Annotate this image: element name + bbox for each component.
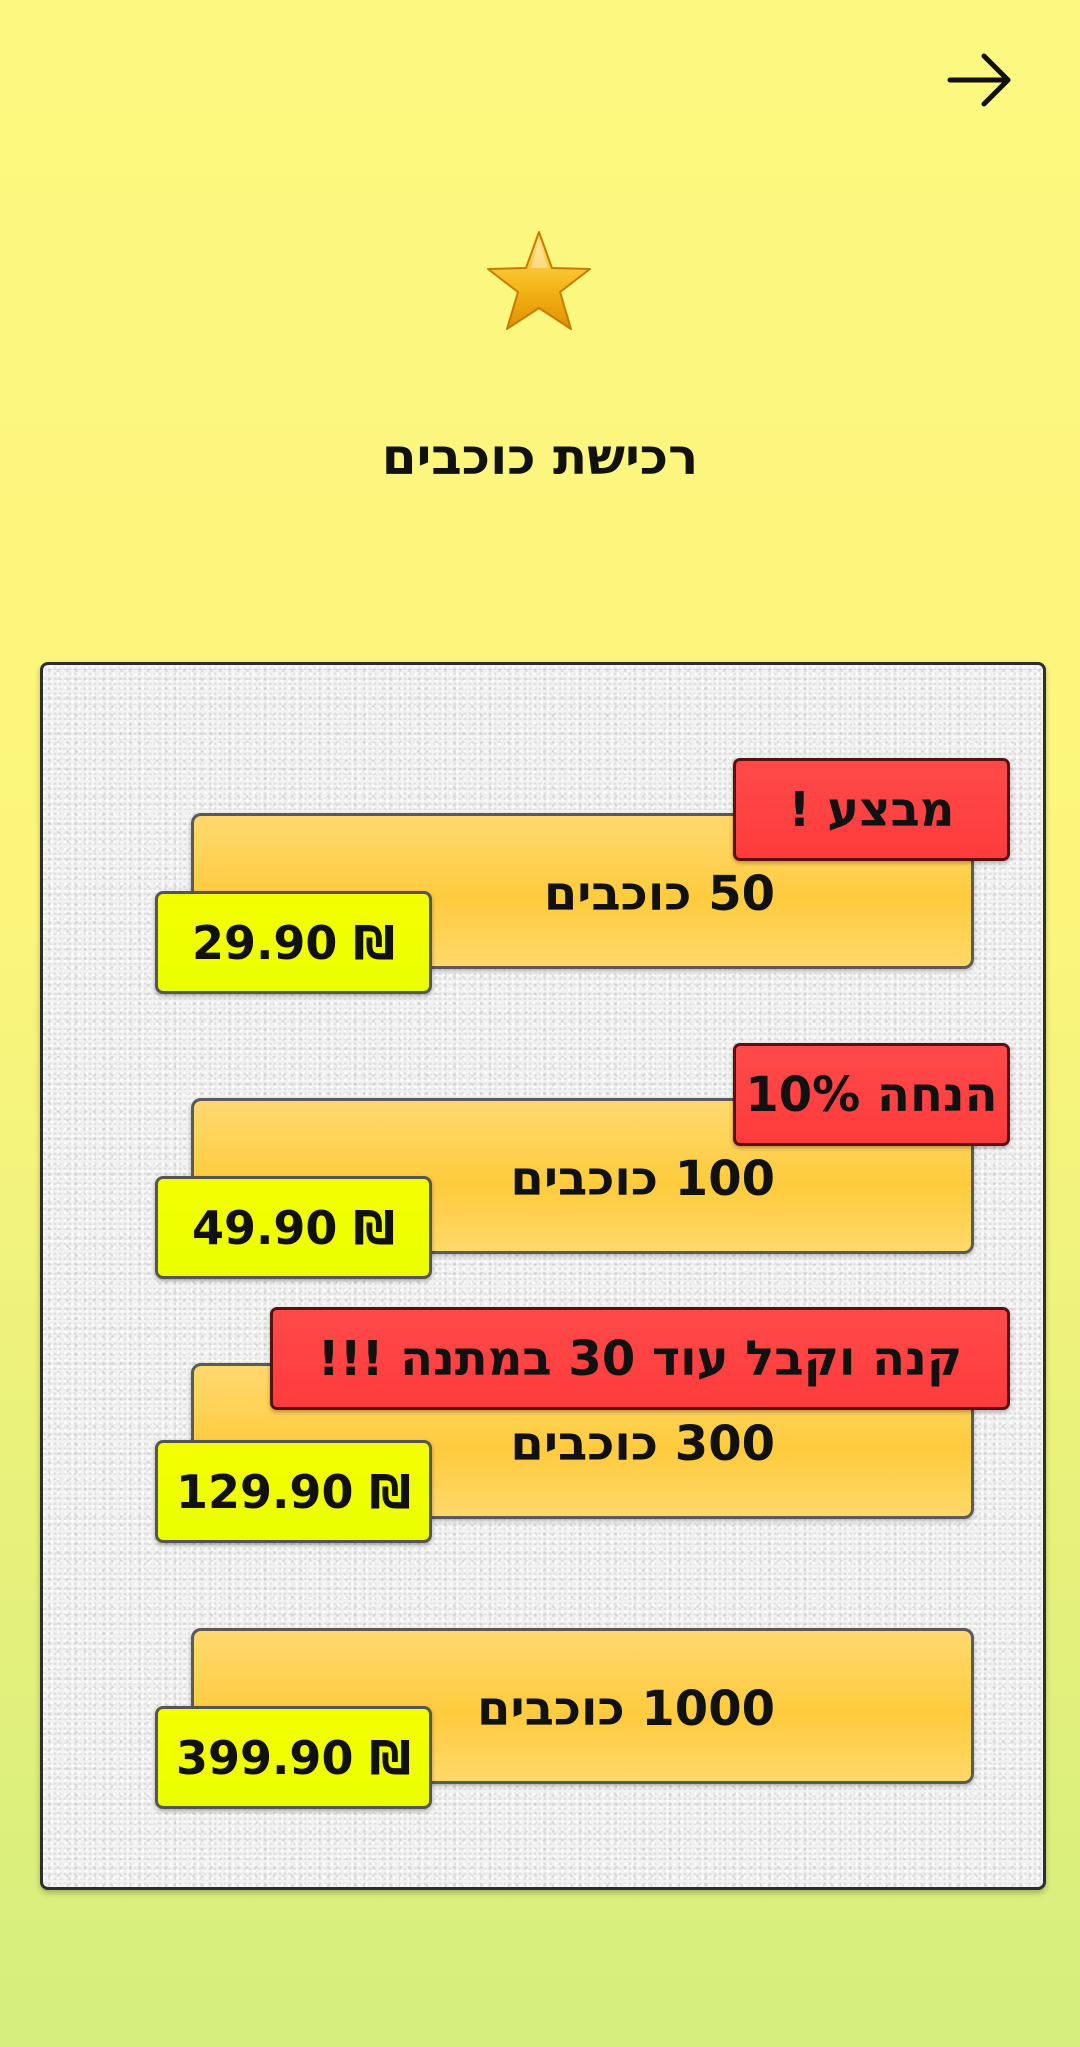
price-tag[interactable]: 129.90 ₪ <box>155 1440 432 1543</box>
promo-badge: מבצע ! <box>733 758 1010 861</box>
star-icon <box>484 228 594 338</box>
price-tag[interactable]: 49.90 ₪ <box>155 1176 432 1279</box>
package-label: 1000 כוכבים <box>477 1681 775 1737</box>
package-label: 300 כוכבים <box>510 1416 775 1472</box>
discount-badge: הנחה 10% <box>733 1043 1010 1146</box>
back-button[interactable] <box>940 40 1020 120</box>
arrow-right-icon <box>947 53 1011 107</box>
packages-panel: 50 כוכבים 29.90 ₪ מבצע ! 100 כוכבים 49.9… <box>40 662 1046 1890</box>
price-tag[interactable]: 29.90 ₪ <box>155 891 432 994</box>
price-tag[interactable]: 399.90 ₪ <box>155 1706 432 1809</box>
package-label: 50 כוכבים <box>543 866 775 922</box>
package-label: 100 כוכבים <box>510 1151 775 1207</box>
gift-badge: קנה וקבל עוד 30 במתנה !!! <box>270 1307 1010 1410</box>
page-title: רכישת כוכבים <box>381 428 699 486</box>
